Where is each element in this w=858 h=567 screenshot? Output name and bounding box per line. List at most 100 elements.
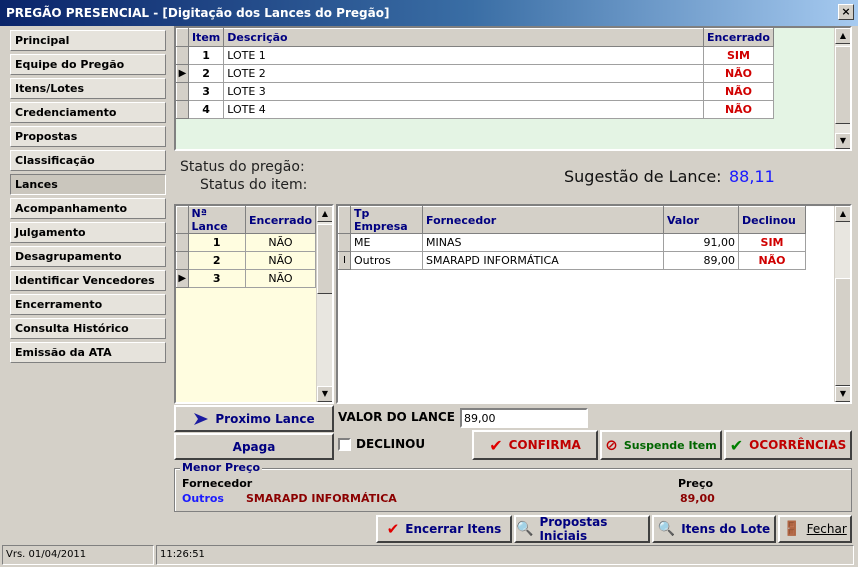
scroll-down-icon[interactable]: ▼ <box>317 386 332 402</box>
sidebar-item-desagrupamento[interactable]: Desagrupamento <box>10 246 166 267</box>
lance-encerrado-cell[interactable]: NÃO <box>244 269 317 288</box>
scroll-thumb[interactable] <box>317 224 332 294</box>
lances-scrollbar[interactable]: ▲ ▼ <box>316 206 332 402</box>
itens-do-lote-button[interactable]: 🔍 Itens do Lote <box>652 515 776 543</box>
descricao-cell[interactable]: LOTE 3 <box>223 82 704 101</box>
descricao-cell[interactable]: LOTE 4 <box>223 100 704 119</box>
sidebar-item-ata[interactable]: Emissão da ATA <box>10 342 166 363</box>
descricao-cell[interactable]: LOTE 2 <box>223 64 704 83</box>
fornecedores-scrollbar[interactable]: ▲ ▼ <box>834 206 850 402</box>
current-row-arrow-icon: ▶ <box>176 269 189 288</box>
item-cell[interactable]: 2 <box>187 64 225 83</box>
table-row[interactable]: I Outros SMARAPD INFORMÁTICA 89,00 NÃO <box>338 251 806 270</box>
window-title: PREGÃO PRESENCIAL - [Digitação dos Lance… <box>6 6 390 20</box>
preco-label: Preço <box>678 477 714 490</box>
row-indicator <box>338 233 351 252</box>
encerrado-cell[interactable]: NÃO <box>702 100 775 119</box>
col-fornecedor-header[interactable]: Fornecedor <box>422 206 664 234</box>
row-indicator <box>176 82 189 101</box>
close-button[interactable]: × <box>838 4 854 20</box>
sidebar-item-principal[interactable]: Principal <box>10 30 166 51</box>
tp-cell[interactable]: ME <box>350 233 423 252</box>
sidebar-item-credenciamento[interactable]: Credenciamento <box>10 102 166 123</box>
table-row[interactable]: ME MINAS 91,00 SIM <box>338 233 806 252</box>
encerrado-cell[interactable]: NÃO <box>702 64 775 83</box>
col-valor-header[interactable]: Valor <box>663 206 739 234</box>
valor-lance-label: VALOR DO LANCE <box>338 410 455 424</box>
table-row[interactable]: ▶ 3 NÃO <box>176 269 317 288</box>
scroll-up-icon[interactable]: ▲ <box>835 206 850 222</box>
descricao-cell[interactable]: LOTE 1 <box>223 46 704 65</box>
col-item-header[interactable]: Item <box>187 28 225 47</box>
items-scrollbar[interactable]: ▲ ▼ <box>834 28 850 149</box>
sidebar-item-identificar[interactable]: Identificar Vencedores <box>10 270 166 291</box>
table-row[interactable]: 2 NÃO <box>176 251 317 270</box>
sugestao-value: 88,11 <box>729 167 775 186</box>
nlance-cell[interactable]: 1 <box>187 233 246 252</box>
ocorrencias-button[interactable]: ✔ OCORRÊNCIAS <box>724 430 852 460</box>
checkmark-icon: ✔ <box>489 435 503 455</box>
confirma-label: CONFIRMA <box>508 438 581 452</box>
encerrado-cell[interactable]: SIM <box>702 46 775 65</box>
scroll-down-icon[interactable]: ▼ <box>835 386 850 402</box>
encerrado-cell[interactable]: NÃO <box>702 82 775 101</box>
sidebar-item-propostas[interactable]: Propostas <box>10 126 166 147</box>
row-indicator <box>176 100 189 119</box>
scroll-thumb[interactable] <box>835 46 850 124</box>
row-indicator-header <box>338 206 351 234</box>
item-cell[interactable]: 1 <box>187 46 225 65</box>
lance-encerrado-cell[interactable]: NÃO <box>244 251 317 270</box>
table-row[interactable]: 1 LOTE 1 SIM <box>176 46 775 65</box>
tp-cell[interactable]: Outros <box>350 251 423 270</box>
suspende-item-button[interactable]: ⊘ Suspende Item <box>600 430 722 460</box>
proximo-lance-button[interactable]: Proximo Lance <box>174 405 334 432</box>
declinou-checkbox[interactable] <box>338 438 351 451</box>
fornecedor-cell[interactable]: MINAS <box>422 233 664 252</box>
col-nlance-header[interactable]: Nª Lance <box>187 206 246 234</box>
fechar-button[interactable]: 🚪 Fechar <box>778 515 852 543</box>
sidebar-item-equipe[interactable]: Equipe do Pregão <box>10 54 166 75</box>
col-descricao-header[interactable]: Descrição <box>223 28 704 47</box>
item-cell[interactable]: 4 <box>187 100 225 119</box>
lance-encerrado-cell[interactable]: NÃO <box>244 233 317 252</box>
nlance-cell[interactable]: 3 <box>187 269 246 288</box>
encerrar-itens-button[interactable]: ✔ Encerrar Itens <box>376 515 512 543</box>
apaga-button[interactable]: Apaga <box>174 433 334 460</box>
fornecedores-grid[interactable]: Tp Empresa Fornecedor Valor Declinou ME … <box>336 204 852 404</box>
col-declinou-header[interactable]: Declinou <box>738 206 806 234</box>
col-encerrado-header[interactable]: Encerrado <box>702 28 775 47</box>
sidebar-item-classificacao[interactable]: Classificação <box>10 150 166 171</box>
table-row[interactable]: ▶ 2 LOTE 2 NÃO <box>176 64 775 83</box>
table-row[interactable]: 1 NÃO <box>176 233 317 252</box>
ocorrencias-label: OCORRÊNCIAS <box>749 438 847 452</box>
lances-grid[interactable]: Nª Lance Encerrado 1 NÃO 2 NÃO ▶ 3 NÃO ▲… <box>174 204 334 404</box>
sidebar-item-encerramento[interactable]: Encerramento <box>10 294 166 315</box>
col-lance-encerrado-header[interactable]: Encerrado <box>244 206 317 234</box>
menor-preco-legend: Menor Preço <box>180 461 263 474</box>
document-search-icon: 🔍 <box>516 521 534 537</box>
sidebar-item-lances[interactable]: Lances <box>10 174 166 195</box>
sidebar-item-julgamento[interactable]: Julgamento Habilitações <box>10 222 166 258</box>
sidebar-item-consulta[interactable]: Consulta Histórico <box>10 318 166 339</box>
fornecedor-label: Fornecedor <box>182 477 253 490</box>
fornecedor-cell[interactable]: SMARAPD INFORMÁTICA <box>422 251 664 270</box>
declinou-cell[interactable]: NÃO <box>738 251 806 270</box>
confirma-button[interactable]: ✔ CONFIRMA <box>472 430 598 460</box>
valor-cell[interactable]: 89,00 <box>663 251 739 270</box>
nlance-cell[interactable]: 2 <box>187 251 246 270</box>
item-cell[interactable]: 3 <box>187 82 225 101</box>
valor-lance-input[interactable] <box>460 408 588 428</box>
table-row[interactable]: 3 LOTE 3 NÃO <box>176 82 775 101</box>
declinou-cell[interactable]: SIM <box>738 233 806 252</box>
valor-cell[interactable]: 91,00 <box>663 233 739 252</box>
col-tp-header[interactable]: Tp Empresa <box>350 206 423 234</box>
table-row[interactable]: 4 LOTE 4 NÃO <box>176 100 775 119</box>
scroll-up-icon[interactable]: ▲ <box>835 28 850 44</box>
sidebar-item-acompanhamento[interactable]: Acompanhamento <box>10 198 166 219</box>
scroll-down-icon[interactable]: ▼ <box>835 133 850 149</box>
sidebar-item-itens-lotes[interactable]: Itens/Lotes <box>10 78 166 99</box>
items-grid[interactable]: Item Descrição Encerrado 1 LOTE 1 SIM ▶ … <box>174 26 852 151</box>
scroll-up-icon[interactable]: ▲ <box>317 206 332 222</box>
scroll-thumb[interactable] <box>835 278 850 386</box>
propostas-iniciais-button[interactable]: 🔍 Propostas Iniciais <box>514 515 650 543</box>
